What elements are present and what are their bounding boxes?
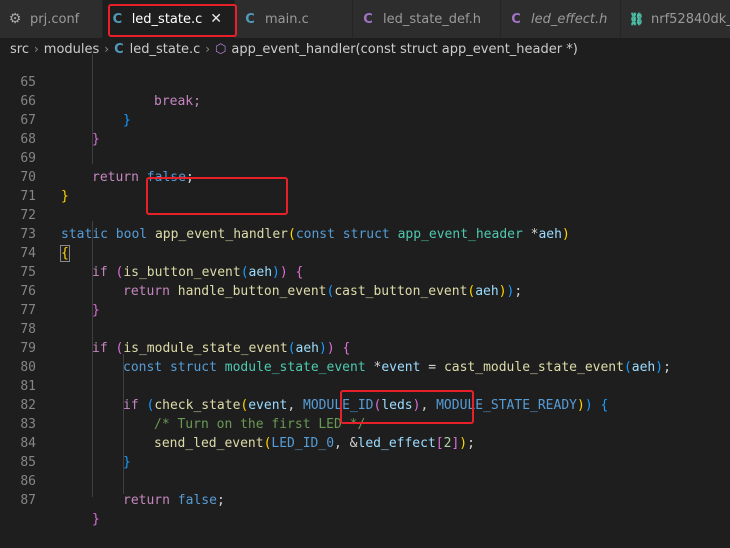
tab-label: led_effect.h — [531, 11, 608, 27]
c-header-icon: C — [363, 11, 373, 27]
code-line: 76 } — [0, 263, 730, 318]
code-line: 87 } — [0, 472, 730, 527]
code-editor[interactable]: 65 break; 66 } 67 } 68 69 return false; … — [0, 54, 730, 527]
code-line: 65 break; — [0, 54, 730, 109]
tab-main-c[interactable]: C main.c — [235, 0, 353, 38]
line-content: } — [92, 512, 100, 527]
code-line: 74 if (is_button_event(aeh)) { — [0, 225, 730, 280]
code-line: 85 — [0, 434, 730, 470]
line-number: 87 — [20, 493, 36, 508]
code-line: 72 static bool app_event_handler(const s… — [0, 187, 730, 242]
line-content: return false; — [123, 493, 225, 508]
code-line: 78 if (is_module_state_event(aeh)) { — [0, 301, 730, 356]
keyword: return — [123, 493, 170, 508]
code-line: 84 } — [0, 415, 730, 470]
code-line: 75 return handle_button_event(cast_butto… — [0, 244, 730, 299]
code-line: 69 return false; — [0, 130, 730, 185]
keyword: false — [177, 493, 217, 508]
tab-prj-conf[interactable]: ⚙ prj.conf — [0, 0, 103, 38]
devicetree-icon: ⛓ — [629, 12, 645, 26]
tab-led-effect-h[interactable]: C led_effect.h — [501, 0, 621, 38]
gear-icon: ⚙ — [8, 11, 22, 27]
code-line: 82 /* Turn on the first LED */ — [0, 377, 730, 432]
code-line: 71 — [0, 168, 730, 204]
tab-nrf52840dk[interactable]: ⛓ nrf52840dk_r — [621, 0, 730, 38]
tab-label: prj.conf — [30, 11, 80, 27]
c-file-icon: C — [112, 11, 123, 27]
tab-bar: ⚙ prj.conf C led_state.c ✕ C main.c C le… — [0, 0, 730, 39]
code-line: 83 send_led_event(LED_ID_0, &led_effect[… — [0, 396, 730, 451]
code-line: 73 { — [0, 206, 730, 262]
close-icon[interactable]: ✕ — [210, 11, 222, 27]
c-file-icon: C — [245, 11, 255, 27]
code-line: 80 — [0, 339, 730, 375]
tab-led-state-def-h[interactable]: C led_state_def.h — [353, 0, 501, 38]
code-line: 81 if (check_state(event, MODULE_ID(leds… — [0, 358, 730, 413]
tab-label: nrf52840dk_r — [651, 11, 730, 27]
tab-label: main.c — [265, 11, 309, 27]
code-line: 79 const struct module_state_event *even… — [0, 320, 730, 375]
tab-label: led_state.c — [131, 11, 203, 27]
code-line: 68 — [0, 111, 730, 147]
code-line: 77 — [0, 282, 730, 318]
code-line: 86 return false; — [0, 453, 730, 508]
code-line: 70 } — [0, 149, 730, 204]
tab-label: led_state_def.h — [383, 11, 482, 27]
code-line: 67 } — [0, 92, 730, 147]
tab-led-state-c[interactable]: C led_state.c ✕ — [103, 0, 235, 38]
code-line: 66 } — [0, 73, 730, 128]
c-header-icon: C — [511, 11, 521, 27]
